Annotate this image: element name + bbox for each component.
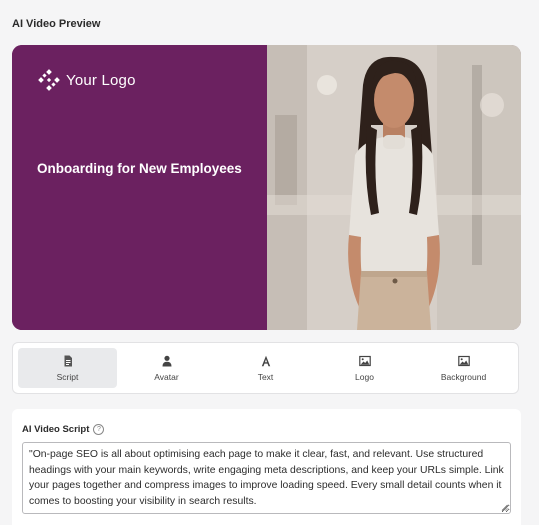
image-icon bbox=[457, 355, 470, 366]
tab-bar: Script Avatar Text Logo Background bbox=[12, 342, 519, 394]
script-heading-label: AI Video Script bbox=[22, 424, 90, 435]
resize-handle-icon[interactable] bbox=[501, 504, 508, 511]
video-title: Onboarding for New Employees bbox=[37, 161, 242, 176]
script-heading: AI Video Script ? bbox=[22, 424, 105, 435]
panel-title: AI Video Preview bbox=[12, 18, 101, 30]
script-textarea[interactable]: "On-page SEO is all about optimising eac… bbox=[22, 442, 511, 514]
tab-label: Text bbox=[257, 371, 274, 382]
person-icon bbox=[162, 355, 171, 366]
tab-background[interactable]: Background bbox=[414, 348, 513, 388]
video-preview[interactable]: Your Logo Onboarding for New Employees bbox=[12, 45, 521, 330]
script-text: "On-page SEO is all about optimising eac… bbox=[29, 449, 504, 507]
image-icon bbox=[358, 355, 371, 366]
tab-label: Script bbox=[56, 371, 79, 382]
logo-mark-icon bbox=[38, 69, 60, 91]
tab-script[interactable]: Script bbox=[18, 348, 117, 388]
script-card: AI Video Script ? "On-page SEO is all ab… bbox=[12, 409, 521, 525]
logo-text: Your Logo bbox=[66, 71, 136, 89]
tab-avatar[interactable]: Avatar bbox=[117, 348, 216, 388]
logo: Your Logo bbox=[38, 69, 136, 91]
text-icon bbox=[261, 355, 270, 366]
tab-label: Logo bbox=[355, 371, 374, 382]
document-icon bbox=[64, 355, 72, 366]
avatar-figure bbox=[267, 45, 521, 330]
tab-label: Background bbox=[440, 371, 487, 382]
tab-logo[interactable]: Logo bbox=[315, 348, 414, 388]
question-circle-icon[interactable]: ? bbox=[93, 424, 105, 435]
avatar-video bbox=[267, 45, 521, 330]
tab-label: Avatar bbox=[154, 371, 179, 382]
tab-text[interactable]: Text bbox=[216, 348, 315, 388]
slide-panel: Your Logo Onboarding for New Employees bbox=[12, 45, 267, 330]
